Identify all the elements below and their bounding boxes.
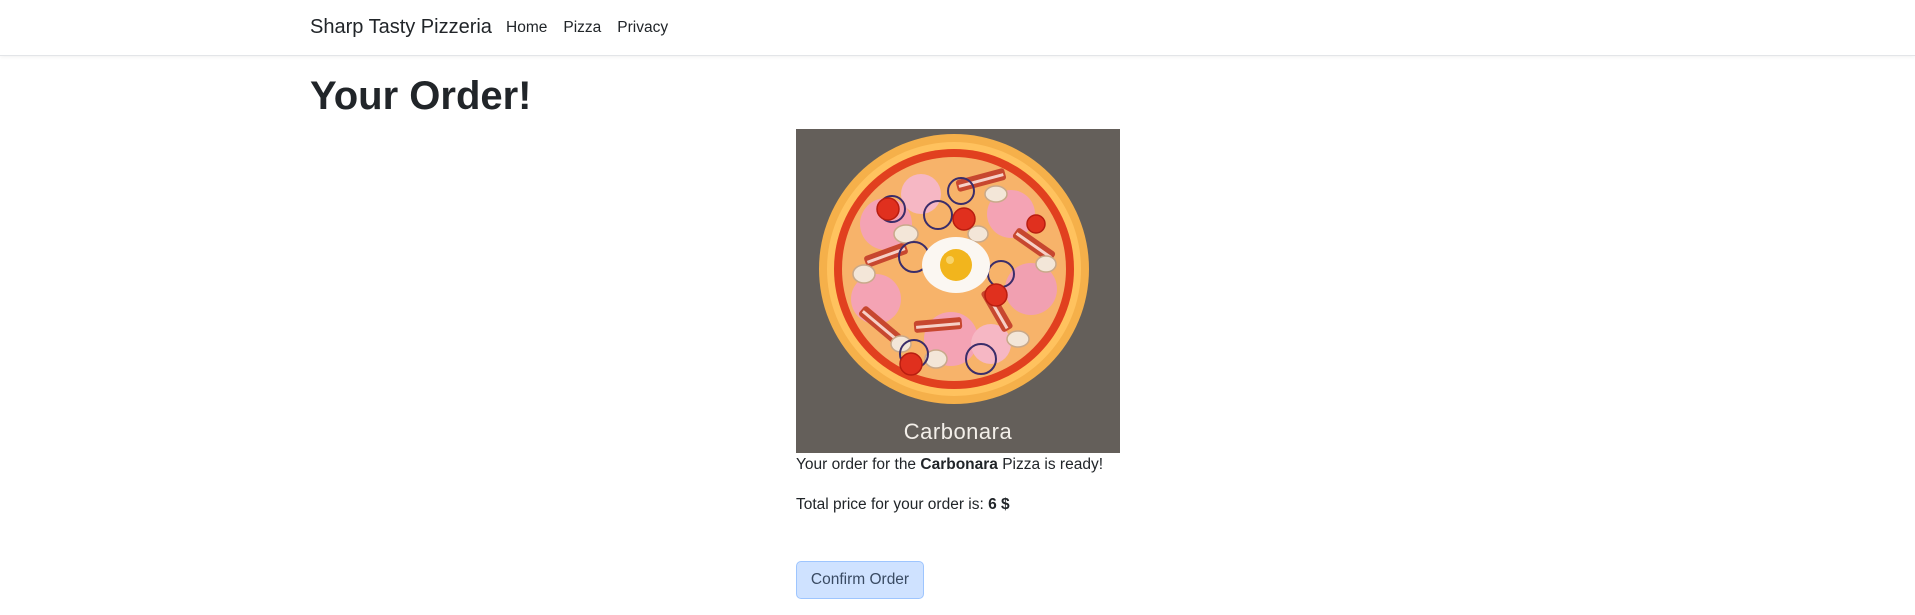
nav-link-pizza[interactable]: Pizza — [563, 19, 601, 37]
nav-link-home[interactable]: Home — [506, 19, 547, 37]
pizza-name: Carbonara — [920, 456, 998, 473]
pizza-image: Carbonara — [796, 129, 1120, 453]
pizza-image-label: Carbonara — [903, 419, 1013, 444]
price-value: 6 $ — [988, 496, 1010, 513]
nav-link-privacy[interactable]: Privacy — [617, 19, 668, 37]
order-price: Total price for your order is: 6 $ — [796, 496, 1010, 514]
order-message: Your order for the Carbonara Pizza is re… — [796, 456, 1103, 474]
order-message-prefix: Your order for the — [796, 456, 921, 473]
page-title: Your Order! — [310, 74, 532, 118]
nav-links: Home Pizza Privacy — [506, 19, 684, 37]
navbar: Sharp Tasty Pizzeria Home Pizza Privacy — [0, 0, 1915, 56]
pizza-illustration — [819, 134, 1089, 404]
brand-link[interactable]: Sharp Tasty Pizzeria — [310, 16, 492, 39]
price-label: Total price for your order is: — [796, 496, 989, 513]
order-message-suffix: Pizza is ready! — [997, 456, 1104, 473]
confirm-order-button[interactable]: Confirm Order — [796, 561, 924, 599]
